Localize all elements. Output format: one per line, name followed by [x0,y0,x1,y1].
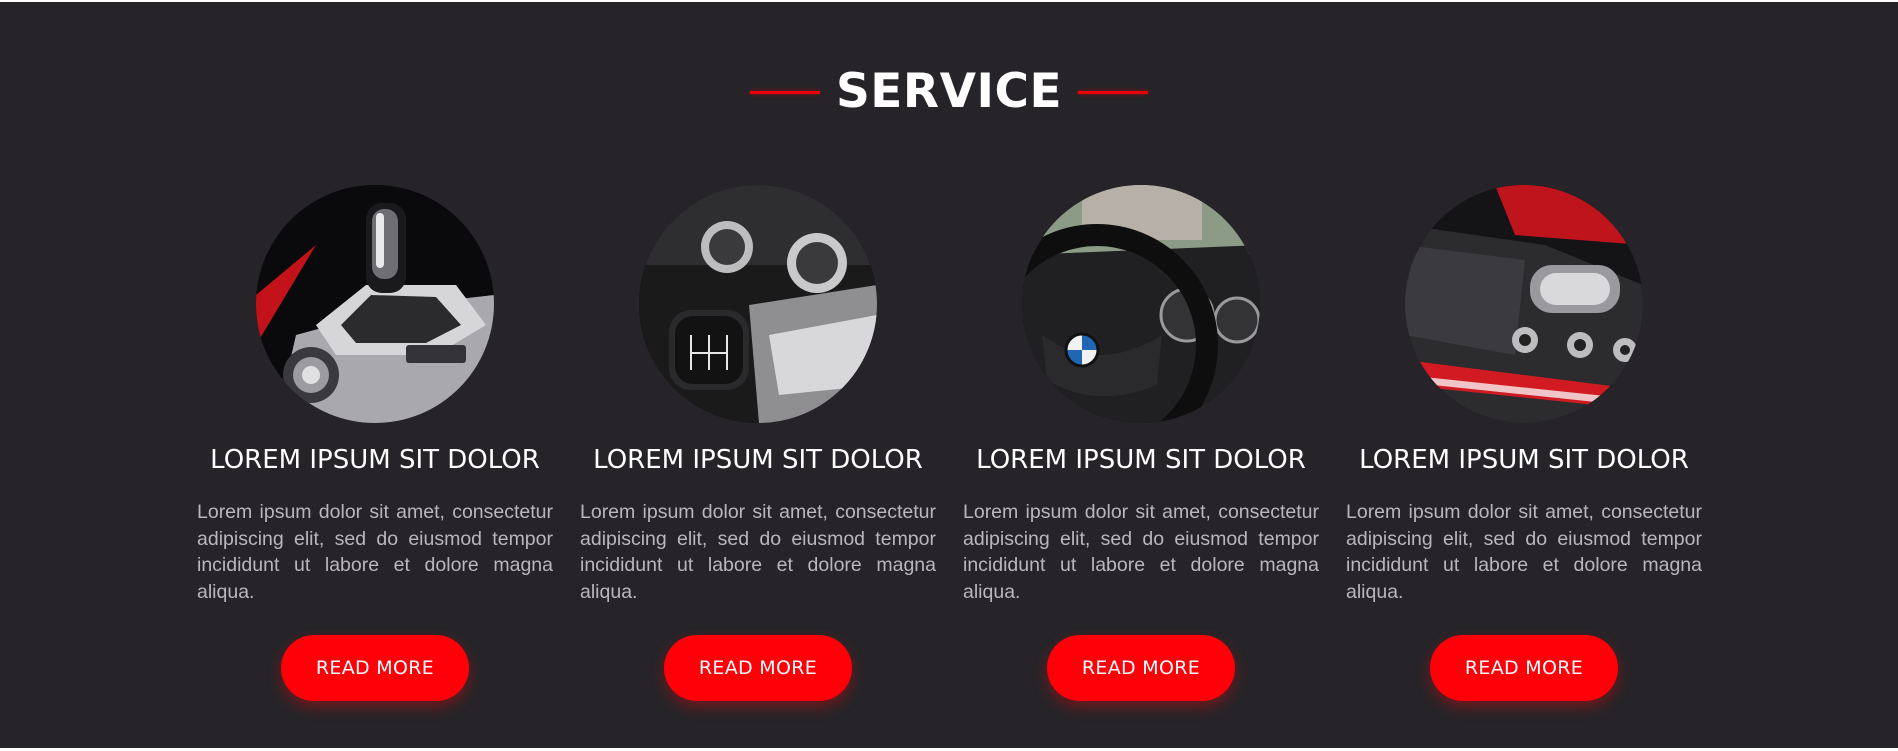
heading-rule-left [749,90,820,94]
card-title: LOREM IPSUM SIT DOLOR [976,445,1306,475]
section-title: SERVICE [835,64,1063,119]
gear-shifter-icon [256,185,494,423]
read-more-button[interactable]: READ MORE [664,635,852,701]
card-title: LOREM IPSUM SIT DOLOR [1359,445,1689,475]
steering-wheel-icon [1022,185,1260,423]
card-title: LOREM IPSUM SIT DOLOR [210,445,540,475]
card-text: Lorem ipsum dolor sit amet, consectetur … [1346,501,1702,603]
heading-rule-right [1078,90,1149,94]
service-card: LOREM IPSUM SIT DOLOR Lorem ipsum dolor … [197,185,553,701]
service-card: LOREM IPSUM SIT DOLOR Lorem ipsum dolor … [1346,185,1702,701]
service-card: LOREM IPSUM SIT DOLOR Lorem ipsum dolor … [963,185,1319,701]
manual-shift-knob-icon [639,185,877,423]
read-more-button[interactable]: READ MORE [1047,635,1235,701]
card-text: Lorem ipsum dolor sit amet, consectetur … [963,501,1319,603]
center-console-icon [1405,185,1643,423]
card-text: Lorem ipsum dolor sit amet, consectetur … [580,501,936,603]
read-more-button[interactable]: READ MORE [281,635,469,701]
service-card: LOREM IPSUM SIT DOLOR Lorem ipsum dolor … [580,185,936,701]
card-text: Lorem ipsum dolor sit amet, consectetur … [197,501,553,603]
card-title: LOREM IPSUM SIT DOLOR [593,445,923,475]
service-section: SERVICE LOREM IPSUM SIT DOLOR Lorem ipsu… [0,2,1898,748]
read-more-button[interactable]: READ MORE [1430,635,1618,701]
section-heading: SERVICE [0,62,1898,122]
